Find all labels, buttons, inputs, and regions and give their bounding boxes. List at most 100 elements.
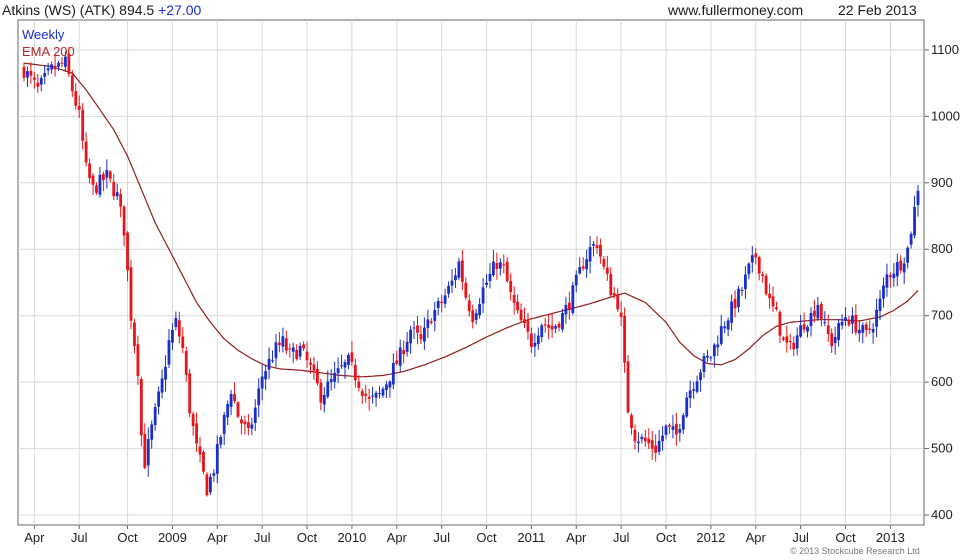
candle-body: [692, 389, 696, 391]
candle-body: [906, 247, 910, 263]
candle-body: [278, 342, 281, 346]
candle-body: [226, 404, 230, 418]
candle-body: [133, 322, 136, 346]
candle-body: [857, 329, 861, 334]
candle-body: [737, 288, 740, 308]
candle-body: [578, 267, 582, 274]
candle-body: [319, 382, 323, 403]
candle-body: [802, 324, 806, 330]
candle-body: [754, 253, 758, 258]
legend-weekly: Weekly: [22, 27, 65, 42]
candle-body: [892, 273, 896, 279]
candle-body: [685, 397, 689, 417]
candle-body: [243, 421, 247, 425]
candle-body: [498, 262, 502, 269]
candle-body: [481, 287, 485, 304]
candle-body: [322, 394, 326, 405]
candle-body: [353, 364, 357, 381]
candle-body: [706, 355, 709, 358]
candle-body: [564, 304, 568, 315]
candle-body: [733, 298, 737, 309]
candle-body: [367, 396, 371, 399]
candle-body: [32, 77, 36, 80]
candle-body: [246, 422, 250, 428]
candle: [129, 259, 133, 330]
candle-body: [588, 247, 592, 262]
candle-body: [260, 376, 264, 389]
x-tick-label: Jul: [71, 530, 88, 545]
candle-body: [198, 446, 202, 455]
candle-body: [426, 319, 430, 328]
candle-body: [864, 324, 868, 331]
candle-body: [502, 264, 506, 266]
candle-body: [847, 319, 851, 326]
candle-body: [205, 474, 209, 496]
candle-body: [712, 344, 716, 357]
candle-body: [678, 429, 682, 433]
candle-body: [819, 303, 823, 320]
candle-body: [467, 300, 471, 312]
candle-body: [395, 360, 399, 364]
candle-body: [419, 334, 423, 340]
candle-body: [878, 298, 882, 311]
candle-body: [267, 358, 271, 370]
candle-body: [771, 296, 775, 307]
candle-body: [726, 320, 730, 330]
price-chart: 400 500 600 700 800 900 1000 1100 Apr Jul Oct 2009…: [17, 19, 960, 545]
candle: [236, 401, 240, 419]
candle-body: [681, 415, 685, 430]
candle-body: [823, 322, 827, 324]
candle-body: [547, 324, 551, 328]
x-tick-label: Oct: [297, 530, 318, 545]
candle-body: [647, 438, 651, 444]
candle-body: [39, 78, 43, 85]
candle-body: [60, 62, 64, 64]
candle-body: [626, 361, 630, 413]
candle-body: [360, 390, 364, 396]
x-tick-label: Jul: [433, 530, 450, 545]
candle-body: [233, 394, 236, 402]
candle-body: [699, 372, 702, 381]
candle-body: [326, 381, 330, 397]
candle-body: [264, 371, 268, 380]
x-tick-label: Oct: [656, 530, 677, 545]
candle-body: [222, 414, 226, 434]
candle-body: [478, 304, 482, 316]
candle-body: [854, 314, 858, 333]
candle-body: [374, 392, 378, 398]
candle-body: [402, 349, 406, 355]
candle-body: [585, 259, 589, 270]
candle-body: [271, 360, 274, 362]
candle-body: [574, 274, 578, 286]
candle-body: [844, 317, 847, 321]
candle-body: [492, 261, 495, 276]
candle-body: [195, 423, 198, 444]
candle-body: [633, 429, 637, 442]
candle-body: [695, 381, 699, 392]
candle-body: [571, 285, 575, 313]
candle-body: [643, 437, 647, 442]
candle-body: [623, 315, 627, 363]
x-tick-label: Jul: [254, 530, 271, 545]
candle-body: [139, 379, 143, 436]
candle-body: [340, 365, 343, 367]
candle-body: [899, 260, 903, 271]
candle-body: [868, 328, 872, 330]
candle-body: [671, 426, 675, 430]
candle-body: [91, 175, 95, 185]
candle-body: [654, 445, 658, 453]
candle-body: [788, 340, 792, 342]
x-tick-label: Jul: [792, 530, 809, 545]
candle-body: [826, 325, 830, 334]
candle-body: [792, 342, 796, 350]
candle-body: [688, 390, 692, 399]
candle-body: [540, 325, 544, 337]
candle-body: [302, 344, 305, 349]
candle-body: [895, 262, 899, 277]
candle-body: [329, 379, 333, 383]
candle-body: [333, 372, 337, 382]
candle-body: [536, 335, 540, 345]
x-tick-label: Jul: [613, 530, 630, 545]
candle-body: [429, 321, 433, 323]
candle-body: [785, 336, 789, 343]
